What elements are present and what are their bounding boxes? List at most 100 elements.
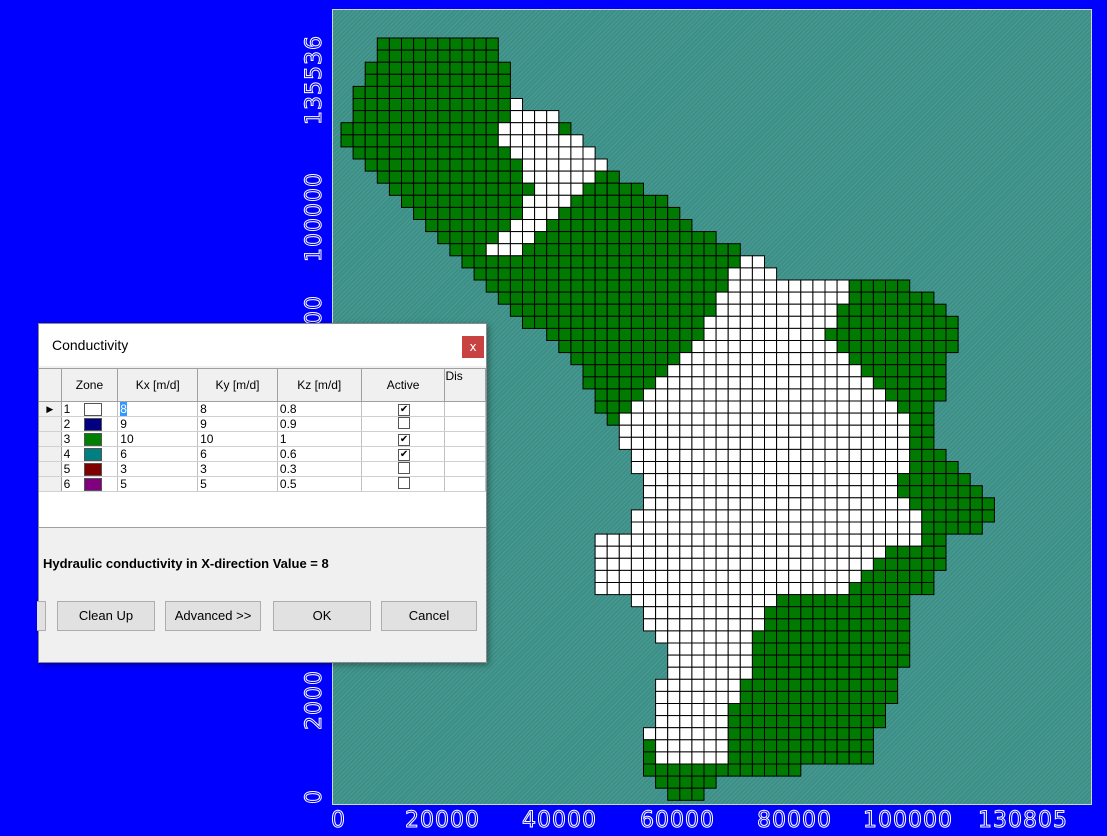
grid-cell[interactable] <box>921 412 935 426</box>
grid-cell[interactable] <box>800 618 814 632</box>
grid-cell[interactable] <box>643 606 657 620</box>
grid-cell[interactable] <box>582 364 596 378</box>
grid-cell[interactable] <box>703 352 717 366</box>
grid-cell[interactable] <box>800 557 814 571</box>
zone-cell[interactable]: 3 <box>61 431 119 447</box>
grid-cell[interactable] <box>885 291 899 305</box>
grid-cell[interactable] <box>606 533 620 547</box>
grid-cell[interactable] <box>836 340 850 354</box>
grid-cell[interactable] <box>461 37 475 51</box>
table-row[interactable]: 3 10 10 1 ✔ <box>39 431 486 447</box>
grid-cell[interactable] <box>860 315 874 329</box>
grid-cell[interactable] <box>933 448 947 462</box>
grid-cell[interactable] <box>872 279 887 293</box>
grid-cell[interactable] <box>715 364 729 378</box>
grid-cell[interactable] <box>643 340 657 354</box>
grid-cell[interactable] <box>388 61 403 75</box>
grid-cell[interactable] <box>836 315 850 329</box>
grid-cell[interactable] <box>509 98 523 112</box>
grid-cell[interactable] <box>860 388 874 402</box>
grid-cell[interactable] <box>643 279 657 293</box>
grid-cell[interactable] <box>969 521 983 535</box>
grid-cell[interactable] <box>727 569 741 584</box>
kx-value[interactable]: 6 <box>120 447 127 461</box>
grid-cell[interactable] <box>401 134 415 148</box>
grid-cell[interactable] <box>824 473 838 487</box>
grid-cell[interactable] <box>401 37 415 51</box>
grid-cell[interactable] <box>497 98 511 112</box>
grid-cell[interactable] <box>812 509 826 523</box>
grid-cell[interactable] <box>800 485 814 499</box>
grid-cell[interactable] <box>691 436 705 450</box>
grid-cell[interactable] <box>594 569 608 584</box>
grid-cell[interactable] <box>860 424 874 438</box>
grid-cell[interactable] <box>522 158 536 172</box>
grid-cell[interactable] <box>497 158 511 172</box>
grid-cell[interactable] <box>437 98 451 112</box>
grid-cell[interactable] <box>618 219 632 233</box>
grid-cell[interactable] <box>618 303 632 317</box>
grid-cell[interactable] <box>824 436 838 450</box>
grid-cell[interactable] <box>570 194 584 208</box>
grid-cell[interactable] <box>679 267 693 281</box>
grid-cell[interactable] <box>679 727 693 741</box>
grid-cell[interactable] <box>860 557 874 571</box>
grid-cell[interactable] <box>534 134 548 148</box>
grid-cell[interactable] <box>788 642 802 656</box>
grid-cell[interactable] <box>776 461 790 475</box>
grid-cell[interactable] <box>643 206 657 220</box>
grid-cell[interactable] <box>679 255 693 269</box>
grid-cell[interactable] <box>655 569 669 584</box>
grid-cell[interactable] <box>582 327 596 341</box>
grid-cell[interactable] <box>655 703 669 717</box>
grid-cell[interactable] <box>679 243 693 257</box>
grid-cell[interactable] <box>473 122 487 136</box>
grid-cell[interactable] <box>824 569 838 584</box>
grid-cell[interactable] <box>860 606 874 620</box>
grid-cell[interactable] <box>909 497 923 511</box>
grid-cell[interactable] <box>630 557 644 571</box>
grid-cell[interactable] <box>921 545 935 559</box>
grid-cell[interactable] <box>630 182 644 196</box>
grid-cell[interactable] <box>885 315 899 329</box>
grid-cell[interactable] <box>655 618 669 632</box>
grid-cell[interactable] <box>497 291 511 305</box>
grid-cell[interactable] <box>788 763 802 777</box>
grid-cell[interactable] <box>679 279 693 293</box>
grid-cell[interactable] <box>836 364 850 378</box>
grid-cell[interactable] <box>655 448 669 462</box>
grid-cell[interactable] <box>655 594 669 608</box>
grid-cell[interactable] <box>885 654 899 668</box>
grid-cell[interactable] <box>594 170 608 184</box>
grid-cell[interactable] <box>860 509 874 523</box>
grid-cell[interactable] <box>679 473 693 487</box>
grid-cell[interactable] <box>509 219 523 233</box>
grid-cell[interactable] <box>897 594 911 608</box>
kx-value[interactable]: 9 <box>120 417 127 431</box>
grid-cell[interactable] <box>715 315 729 329</box>
grid-cell[interactable] <box>788 388 802 402</box>
grid-cell[interactable] <box>643 473 657 487</box>
grid-cell[interactable] <box>933 533 947 547</box>
grid-cell[interactable] <box>751 666 765 680</box>
grid-cell[interactable] <box>739 582 753 596</box>
active-cell[interactable] <box>361 416 446 432</box>
grid-cell[interactable] <box>691 509 705 523</box>
grid-cell[interactable] <box>401 122 415 136</box>
grid-cell[interactable] <box>860 739 874 753</box>
grid-cell[interactable] <box>812 352 826 366</box>
grid-cell[interactable] <box>449 170 463 184</box>
grid-cell[interactable] <box>473 37 487 51</box>
table-row[interactable]: 4 6 6 0.6 ✔ <box>39 446 486 462</box>
grid-cell[interactable] <box>764 436 778 450</box>
grid-cell[interactable] <box>703 582 717 596</box>
grid-cell[interactable] <box>933 473 947 487</box>
grid-cell[interactable] <box>715 618 729 632</box>
grid-cell[interactable] <box>630 436 644 450</box>
grid-cell[interactable] <box>848 678 862 692</box>
grid-cell[interactable] <box>727 485 741 499</box>
grid-cell[interactable] <box>872 412 887 426</box>
grid-cell[interactable] <box>715 448 729 462</box>
grid-cell[interactable] <box>679 497 693 511</box>
grid-cell[interactable] <box>812 521 826 535</box>
